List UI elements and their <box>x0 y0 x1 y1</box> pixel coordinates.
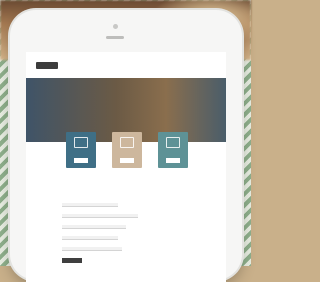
card-button[interactable] <box>120 158 134 163</box>
text-input[interactable] <box>62 247 122 251</box>
card-button[interactable] <box>166 158 180 163</box>
feature-card[interactable] <box>112 132 142 168</box>
feature-card[interactable] <box>158 132 188 168</box>
card-button[interactable] <box>74 158 88 163</box>
camera-icon <box>113 24 118 29</box>
site-navbar <box>26 52 226 78</box>
speaker-grille <box>106 36 124 39</box>
phone-device <box>10 10 242 282</box>
submit-button[interactable] <box>62 258 82 263</box>
site-logo[interactable] <box>36 62 58 69</box>
phone-screen <box>26 52 226 282</box>
card-icon <box>166 137 180 148</box>
text-input[interactable] <box>62 225 126 229</box>
card-icon <box>120 137 134 148</box>
text-input[interactable] <box>62 214 138 218</box>
card-icon <box>74 137 88 148</box>
text-input[interactable] <box>62 236 118 240</box>
feature-card[interactable] <box>66 132 96 168</box>
text-input[interactable] <box>62 203 118 207</box>
